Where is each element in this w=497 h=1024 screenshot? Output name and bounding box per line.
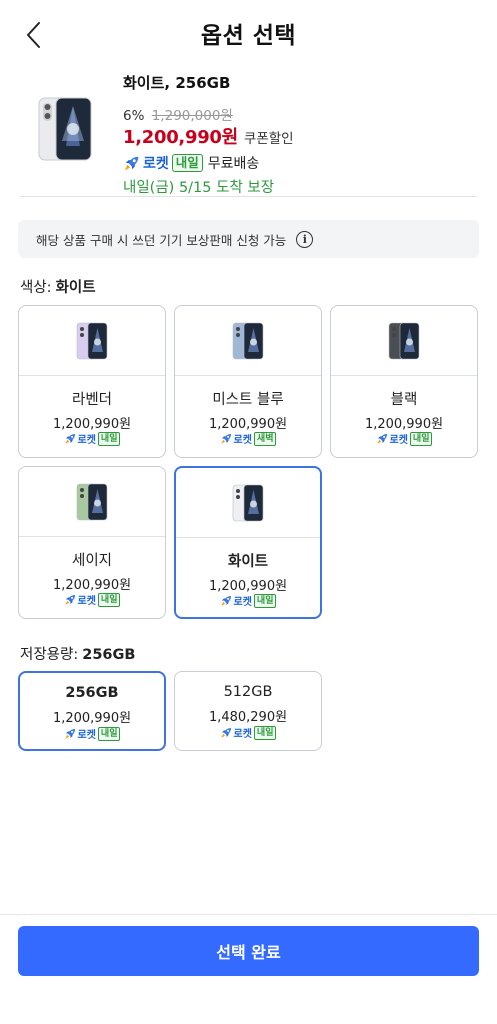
color-option-shipping: 로켓 내일 bbox=[19, 592, 165, 607]
product-name: 화이트, 256GB bbox=[123, 74, 231, 92]
color-option-image bbox=[19, 467, 165, 537]
color-option-price: 1,200,990원 bbox=[208, 417, 288, 432]
storage-option-shipping: 로켓 내일 bbox=[20, 726, 164, 741]
rocket-label: 로켓 bbox=[220, 593, 252, 608]
rocket-icon bbox=[64, 433, 75, 444]
original-price: 1,290,000원 bbox=[151, 108, 233, 124]
color-option-price: 1,200,990원 bbox=[208, 579, 288, 594]
color-option-image bbox=[19, 306, 165, 376]
color-option-shipping: 로켓 내일 bbox=[331, 431, 477, 446]
coupon-label: 쿠폰할인 bbox=[243, 131, 294, 147]
color-option-card[interactable]: 화이트 1,200,990원 로켓 내일 bbox=[174, 466, 322, 619]
delivery-badge: 내일 bbox=[409, 431, 433, 446]
rocket-label: 로켓 bbox=[64, 431, 96, 446]
phone-thumbnail-icon bbox=[232, 484, 264, 521]
delivery-badge: 내일 bbox=[171, 154, 203, 172]
divider bbox=[20, 196, 477, 197]
product-image bbox=[36, 96, 94, 162]
storage-option-price: 1,480,290원 bbox=[208, 710, 288, 725]
color-option-price: 1,200,990원 bbox=[364, 417, 444, 432]
color-section-label: 색상: 화이트 bbox=[20, 280, 96, 296]
rocket-icon bbox=[64, 594, 75, 605]
selected-color: 화이트 bbox=[55, 280, 96, 296]
color-option-card[interactable]: 미스트 블루 1,200,990원 로켓 새벽 bbox=[174, 305, 322, 458]
color-option-name: 미스트 블루 bbox=[212, 392, 284, 408]
phone-thumbnail-icon bbox=[232, 322, 264, 359]
footer: 선택 완료 bbox=[0, 914, 497, 1024]
storage-option-card[interactable]: 256GB 1,200,990원 로켓 내일 bbox=[18, 671, 166, 751]
rocket-icon bbox=[124, 156, 139, 171]
info-icon[interactable]: i bbox=[296, 230, 314, 248]
storage-option-card[interactable]: 512GB 1,480,290원 로켓 내일 bbox=[174, 671, 322, 751]
storage-option-name: 256GB bbox=[65, 685, 119, 701]
color-option-name: 라벤더 bbox=[71, 392, 113, 408]
selected-storage: 256GB bbox=[82, 647, 136, 663]
delivery-badge: 내일 bbox=[97, 431, 121, 446]
tradein-text: 해당 상품 구매 시 쓰던 기기 보상판매 신청 가능 bbox=[36, 232, 287, 248]
header: 옵션 선택 bbox=[0, 0, 497, 66]
confirm-button[interactable]: 선택 완료 bbox=[18, 926, 479, 976]
color-option-shipping: 로켓 새벽 bbox=[175, 431, 321, 446]
storage-option-price: 1,200,990원 bbox=[52, 711, 132, 726]
product-summary: 화이트, 256GB 6% 1,290,000원 1,200,990원 쿠폰할인… bbox=[0, 66, 497, 198]
tradein-notice: 해당 상품 구매 시 쓰던 기기 보상판매 신청 가능 i bbox=[18, 220, 479, 258]
discount-rate: 6% bbox=[123, 108, 145, 124]
delivery-badge: 내일 bbox=[97, 726, 121, 741]
color-option-price: 1,200,990원 bbox=[52, 417, 132, 432]
rocket-delivery: 로켓 bbox=[123, 153, 169, 173]
rocket-label: 로켓 bbox=[220, 431, 252, 446]
storage-option-shipping: 로켓 내일 bbox=[175, 725, 321, 740]
delivery-badge: 내일 bbox=[97, 592, 121, 607]
product-info: 화이트, 256GB 6% 1,290,000원 1,200,990원 쿠폰할인… bbox=[123, 72, 473, 198]
delivery-badge: 새벽 bbox=[253, 431, 277, 446]
color-option-image bbox=[175, 306, 321, 376]
price-row: 1,200,990원 쿠폰할인 bbox=[123, 123, 473, 149]
storage-section-label: 저장용량: 256GB bbox=[20, 647, 136, 663]
color-option-image bbox=[331, 306, 477, 376]
storage-option-name: 512GB bbox=[223, 684, 273, 700]
rocket-label: 로켓 bbox=[143, 156, 169, 172]
sale-price: 1,200,990원 bbox=[123, 127, 238, 148]
rocket-label: 로켓 bbox=[220, 725, 252, 740]
rocket-label: 로켓 bbox=[376, 431, 408, 446]
color-option-name: 세이지 bbox=[71, 553, 113, 569]
rocket-icon bbox=[220, 727, 231, 738]
rocket-label: 로켓 bbox=[64, 592, 96, 607]
color-option-name: 화이트 bbox=[227, 554, 269, 570]
shipping-row: 로켓 내일 무료배송 bbox=[123, 151, 473, 175]
phone-thumbnail-icon bbox=[388, 322, 420, 359]
color-option-shipping: 로켓 내일 bbox=[19, 431, 165, 446]
color-option-card[interactable]: 블랙 1,200,990원 로켓 내일 bbox=[330, 305, 478, 458]
phone-thumbnail-icon bbox=[76, 322, 108, 359]
discount-row: 6% 1,290,000원 bbox=[123, 104, 473, 124]
page-title: 옵션 선택 bbox=[200, 23, 297, 49]
arrival-guarantee: 내일(금) 5/15 도착 보장 bbox=[123, 180, 275, 196]
color-option-image bbox=[176, 468, 320, 538]
delivery-badge: 내일 bbox=[253, 593, 277, 608]
rocket-label: 로켓 bbox=[64, 726, 96, 741]
rocket-icon bbox=[64, 728, 75, 739]
delivery-badge: 내일 bbox=[253, 725, 277, 740]
color-option-card[interactable]: 세이지 1,200,990원 로켓 내일 bbox=[18, 466, 166, 619]
color-option-shipping: 로켓 내일 bbox=[176, 593, 320, 608]
color-option-price: 1,200,990원 bbox=[52, 578, 132, 593]
free-shipping-label: 무료배송 bbox=[207, 156, 260, 172]
color-option-card[interactable]: 라벤더 1,200,990원 로켓 내일 bbox=[18, 305, 166, 458]
phone-thumbnail-icon bbox=[76, 483, 108, 520]
rocket-icon bbox=[376, 433, 387, 444]
rocket-icon bbox=[220, 595, 231, 606]
rocket-icon bbox=[220, 433, 231, 444]
color-option-name: 블랙 bbox=[390, 392, 418, 408]
